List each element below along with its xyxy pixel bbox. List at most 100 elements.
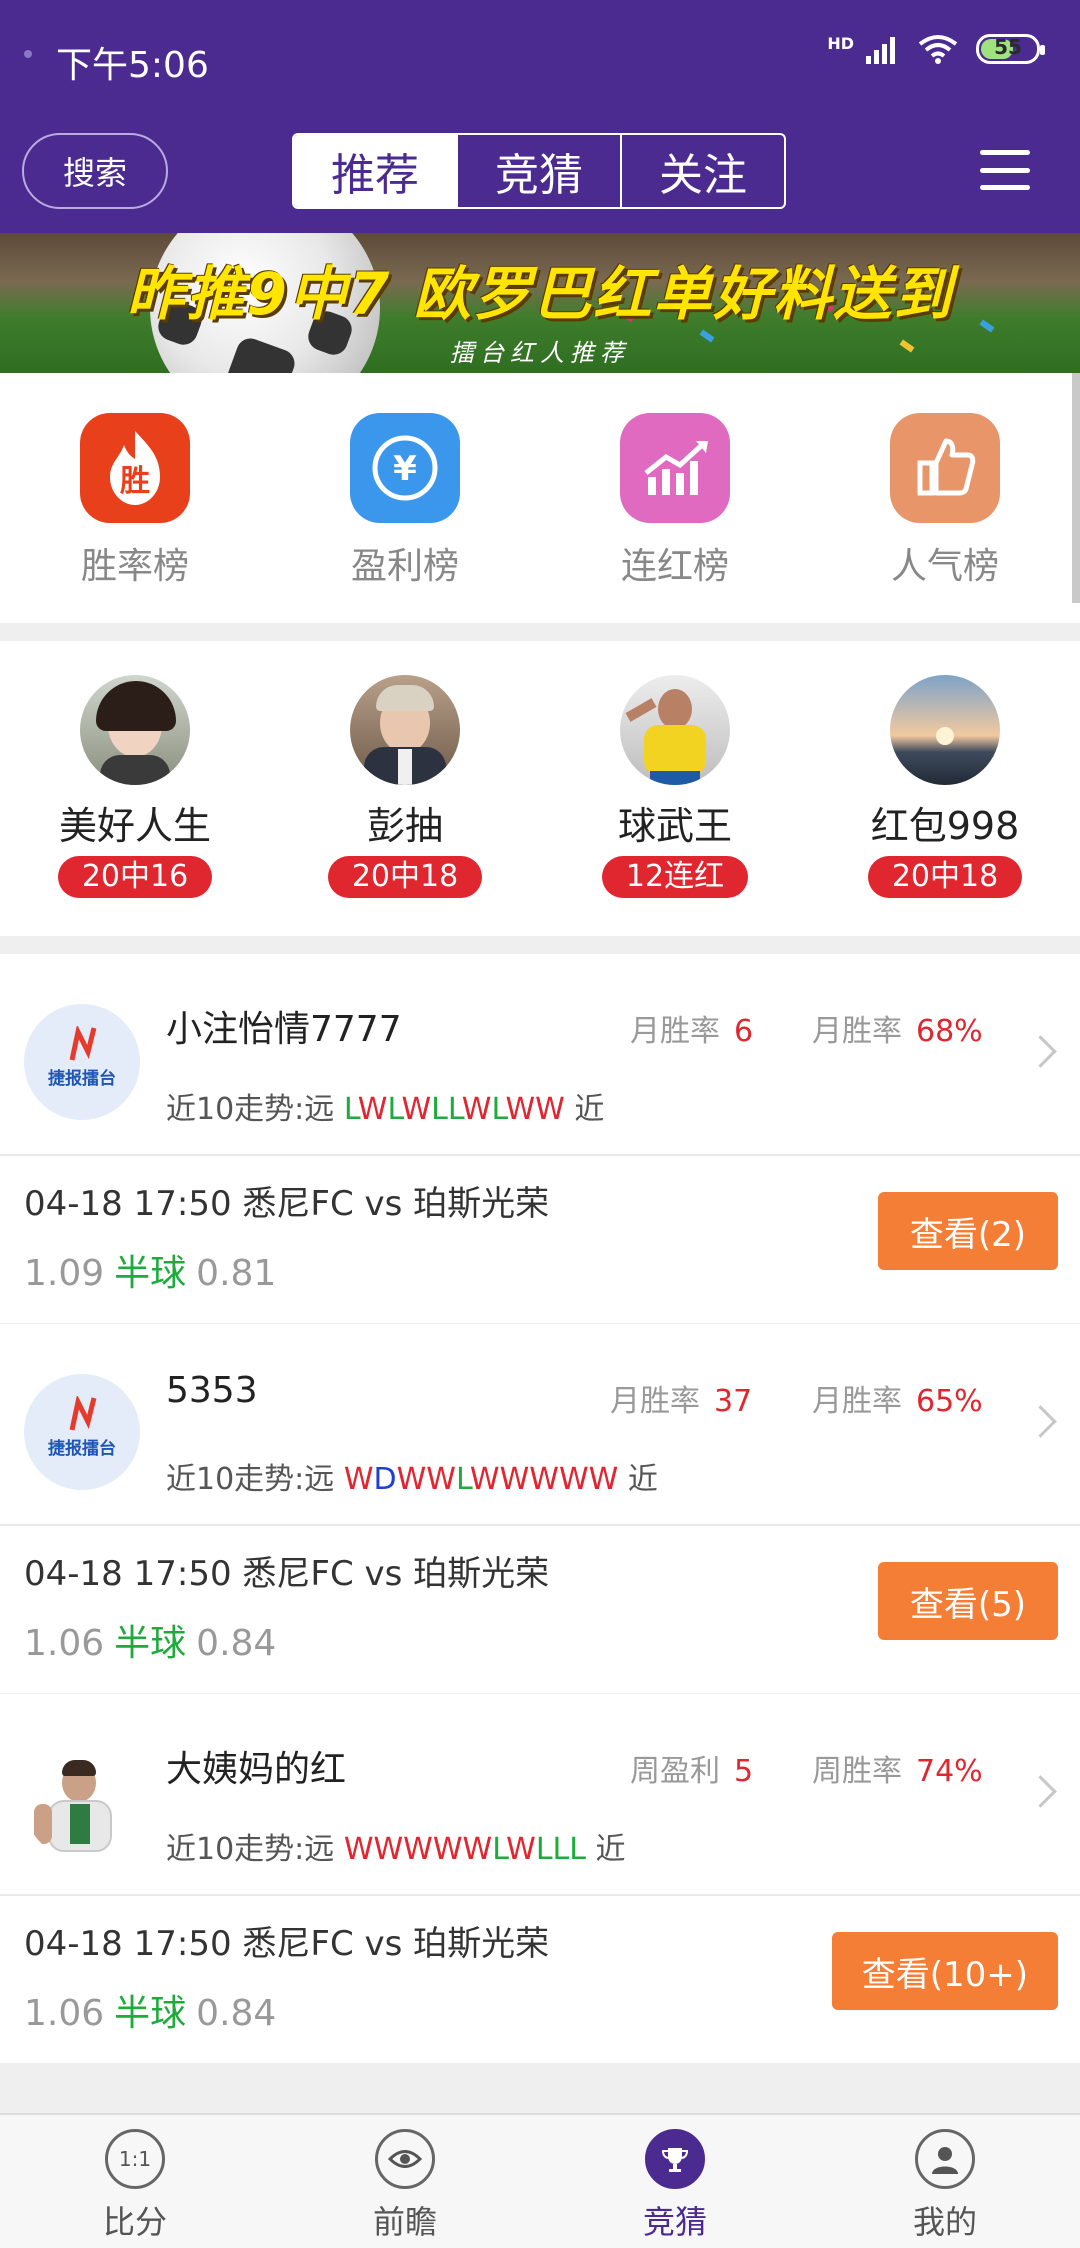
svg-text:胜: 胜 bbox=[120, 464, 150, 499]
status-icons: HD 55 bbox=[827, 34, 1045, 64]
trophy-icon bbox=[645, 2129, 705, 2189]
logo-mark-icon bbox=[69, 1396, 97, 1431]
category-label: 盈利榜 bbox=[350, 546, 459, 587]
tip-card[interactable]: 捷报擂台 小注怡情7777 月胜率 6 月胜率 68% 近10走势:远 LWLWLL… bbox=[0, 954, 1080, 1323]
category-label: 人气榜 bbox=[890, 546, 999, 587]
category-label: 胜率榜 bbox=[80, 546, 189, 587]
promo-banner[interactable]: 昨推9中7 欧罗巴红单好料送到 擂台红人推荐 bbox=[0, 233, 1080, 373]
view-button[interactable]: 查看(5) bbox=[878, 1562, 1058, 1640]
expert-record-badge: 20中18 bbox=[867, 856, 1023, 898]
tipster-logo: 捷报擂台 bbox=[24, 1004, 140, 1120]
thumbs-up-icon bbox=[890, 413, 1000, 523]
featured-experts: 美好人生 20中16 彭抽 20中18 球武王 12连红 红包998 20中18 bbox=[0, 641, 1080, 936]
logo-text: 捷报擂台 bbox=[48, 1069, 116, 1089]
nav-label: 竞猜 bbox=[642, 2203, 707, 2241]
category-popularity[interactable]: 人气榜 bbox=[870, 413, 1020, 589]
banner-subtitle: 擂台红人推荐 bbox=[450, 339, 630, 367]
category-win-rate[interactable]: 胜 胜率榜 bbox=[60, 413, 210, 589]
avatar bbox=[80, 675, 190, 785]
tipster-avatar bbox=[24, 1744, 140, 1860]
match-info: 04-18 17:50 悉尼FC vs 珀斯光荣 bbox=[24, 1554, 550, 1594]
match-info: 04-18 17:50 悉尼FC vs 珀斯光荣 bbox=[24, 1924, 550, 1964]
ranking-categories: 胜 胜率榜 ¥ 盈利榜 连红榜 人气榜 bbox=[0, 373, 1080, 623]
match-info: 04-18 17:50 悉尼FC vs 珀斯光荣 bbox=[24, 1184, 550, 1224]
odds-line: 1.06 半球 0.84 bbox=[24, 1623, 277, 1664]
expert-record-badge: 20中18 bbox=[327, 856, 483, 898]
tipster-logo: 捷报擂台 bbox=[24, 1374, 140, 1490]
stat-1: 月胜率 37 bbox=[610, 1384, 753, 1419]
tipster-name: 5353 bbox=[166, 1370, 258, 1411]
category-profit[interactable]: ¥ 盈利榜 bbox=[330, 413, 480, 589]
nav-profile[interactable]: 我的 bbox=[810, 2115, 1080, 2248]
avatar bbox=[890, 675, 1000, 785]
category-label: 连红榜 bbox=[620, 546, 729, 587]
svg-text:¥: ¥ bbox=[393, 449, 417, 489]
stat-1: 周盈利 5 bbox=[630, 1754, 754, 1789]
nav-label: 我的 bbox=[912, 2203, 977, 2241]
battery-level: 55 bbox=[994, 35, 1022, 59]
trend-sequence: WDWWLWWWWW bbox=[343, 1462, 619, 1497]
expert-card[interactable]: 美好人生 20中16 bbox=[25, 675, 245, 898]
tipster-name: 小注怡情7777 bbox=[166, 1009, 402, 1050]
expert-name: 红包998 bbox=[870, 804, 1020, 848]
trend-chart-icon bbox=[620, 413, 730, 523]
expert-card[interactable]: 彭抽 20中18 bbox=[295, 675, 515, 898]
view-button[interactable]: 查看(10+) bbox=[831, 1932, 1058, 2010]
yen-coin-icon: ¥ bbox=[350, 413, 460, 523]
stat-2: 月胜率 68% bbox=[812, 1014, 983, 1049]
tab-follow[interactable]: 关注 bbox=[620, 135, 784, 207]
odds-line: 1.09 半球 0.81 bbox=[24, 1253, 277, 1294]
trend-sequence: WWWWWLWLLL bbox=[343, 1832, 586, 1867]
expert-name: 美好人生 bbox=[58, 804, 211, 848]
nav-guess[interactable]: 竞猜 bbox=[540, 2115, 810, 2248]
scrollbar[interactable] bbox=[1072, 373, 1080, 603]
recent-trend: 近10走势:远 LWLWLLWLWW 近 bbox=[166, 1092, 605, 1127]
battery-icon: 55 bbox=[976, 34, 1045, 64]
status-time: 下午5:06 bbox=[56, 45, 209, 86]
logo-mark-icon bbox=[69, 1026, 97, 1061]
tipster-row[interactable]: 捷报擂台 5353 月胜率 37 月胜率 65% 近10走势:远 WDWWLWWWW… bbox=[0, 1324, 1080, 1526]
tab-recommend[interactable]: 推荐 bbox=[294, 135, 456, 207]
top-header: 下午5:06 HD 55 搜索 推荐 竞猜 关注 bbox=[0, 0, 1080, 233]
tab-guess[interactable]: 竞猜 bbox=[456, 135, 620, 207]
nav-label: 前瞻 bbox=[372, 2203, 437, 2241]
recent-trend: 近10走势:远 WWWWWLWLLL 近 bbox=[166, 1832, 626, 1867]
wifi-icon bbox=[918, 35, 958, 64]
tipster-row[interactable]: 捷报擂台 小注怡情7777 月胜率 6 月胜率 68% 近10走势:远 LWLWLL… bbox=[0, 954, 1080, 1156]
tipster-name: 大姨妈的红 bbox=[166, 1749, 347, 1790]
expert-record-badge: 12连红 bbox=[601, 856, 749, 898]
tip-card[interactable]: 捷报擂台 5353 月胜率 37 月胜率 65% 近10走势:远 WDWWLWWWW… bbox=[0, 1324, 1080, 1693]
expert-name: 彭抽 bbox=[366, 804, 443, 848]
notification-dot bbox=[24, 50, 32, 58]
bottom-nav: 1:1 比分 前瞻 竞猜 我的 bbox=[0, 2113, 1080, 2248]
stat-2: 月胜率 65% bbox=[812, 1384, 983, 1419]
eye-icon bbox=[375, 2129, 435, 2189]
tipster-row[interactable]: 大姨妈的红 周盈利 5 周胜率 74% 近10走势:远 WWWWWLWLLL 近 bbox=[0, 1694, 1080, 1896]
nav-preview[interactable]: 前瞻 bbox=[270, 2115, 540, 2248]
expert-record-badge: 20中16 bbox=[57, 856, 213, 898]
stat-2: 周胜率 74% bbox=[812, 1754, 983, 1789]
score-icon: 1:1 bbox=[105, 2129, 165, 2189]
recent-trend: 近10走势:远 WDWWLWWWWW 近 bbox=[166, 1462, 658, 1497]
nav-score[interactable]: 1:1 比分 bbox=[0, 2115, 270, 2248]
win-flame-icon: 胜 bbox=[80, 413, 190, 523]
menu-icon[interactable] bbox=[980, 150, 1030, 190]
trend-sequence: LWLWLLWLWW bbox=[343, 1092, 565, 1127]
expert-card[interactable]: 红包998 20中18 bbox=[835, 675, 1055, 898]
logo-text: 捷报擂台 bbox=[48, 1439, 116, 1459]
category-streak[interactable]: 连红榜 bbox=[600, 413, 750, 589]
avatar bbox=[620, 675, 730, 785]
avatar bbox=[350, 675, 460, 785]
expert-card[interactable]: 球武王 12连红 bbox=[565, 675, 785, 898]
stat-1: 月胜率 6 bbox=[630, 1014, 754, 1049]
tip-card[interactable]: 大姨妈的红 周盈利 5 周胜率 74% 近10走势:远 WWWWWLWLLL 近 0… bbox=[0, 1694, 1080, 2063]
search-button[interactable]: 搜索 bbox=[22, 133, 168, 209]
chevron-right-icon bbox=[1024, 1775, 1057, 1808]
view-button[interactable]: 查看(2) bbox=[878, 1192, 1058, 1270]
odds-line: 1.06 半球 0.84 bbox=[24, 1993, 277, 2034]
profile-icon bbox=[915, 2129, 975, 2189]
expert-name: 球武王 bbox=[617, 804, 732, 848]
hd-indicator: HD bbox=[827, 34, 854, 53]
nav-label: 比分 bbox=[102, 2203, 167, 2241]
chevron-right-icon bbox=[1024, 1035, 1057, 1068]
